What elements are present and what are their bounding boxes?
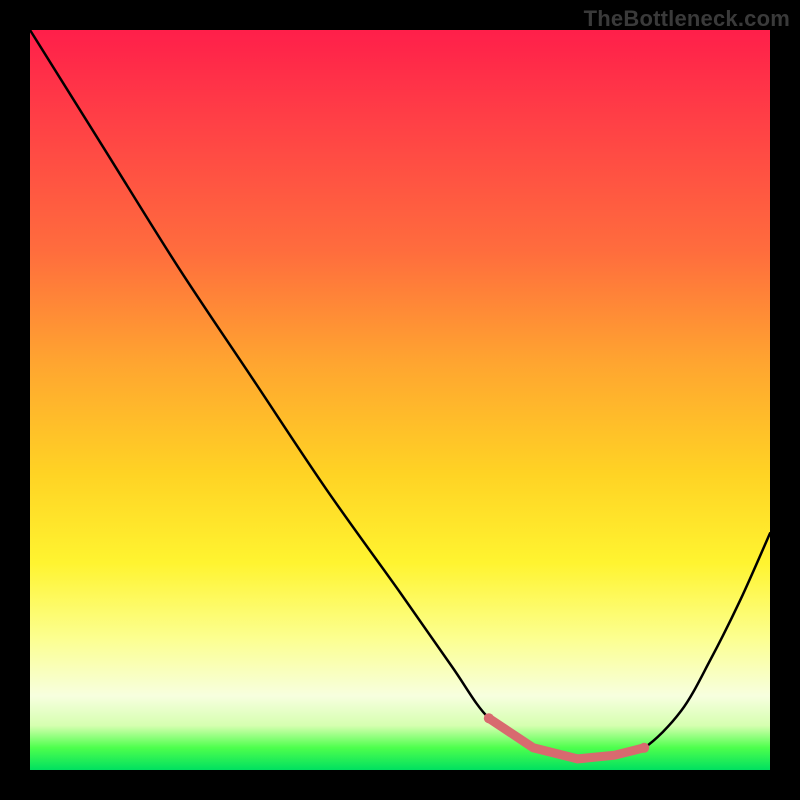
optimal-zone-highlight bbox=[489, 718, 644, 759]
optimal-start-dot bbox=[484, 713, 494, 723]
chart-frame: TheBottleneck.com bbox=[0, 0, 800, 800]
plot-area bbox=[30, 30, 770, 770]
curve-svg bbox=[30, 30, 770, 770]
bottleneck-curve bbox=[30, 30, 770, 759]
watermark-text: TheBottleneck.com bbox=[584, 6, 790, 32]
optimal-end-dot bbox=[639, 743, 649, 753]
